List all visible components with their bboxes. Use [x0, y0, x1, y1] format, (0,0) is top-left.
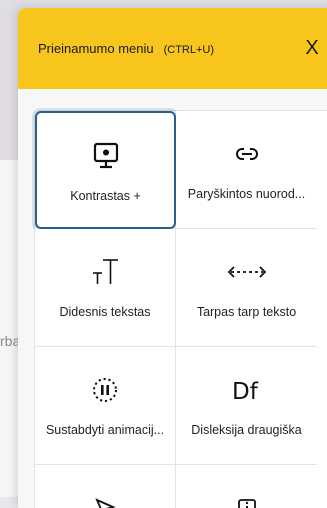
tile-highlight-links[interactable]: Paryškintos nuorod... — [176, 111, 317, 229]
tile-label: Kontrastas + — [70, 189, 141, 203]
tile-label: Sustabdyti animacij... — [46, 423, 164, 437]
close-icon: X — [305, 37, 318, 60]
text-size-icon — [90, 255, 120, 289]
tile-bigger-text[interactable]: Didesnis tekstas — [35, 229, 176, 347]
accessibility-menu-panel: Prieinamumo meniu (CTRL+U) X Kontrastas … — [18, 8, 327, 508]
tile-cursor[interactable] — [35, 465, 176, 508]
tile-pause-animations[interactable]: Sustabdyti animacij... — [35, 347, 176, 465]
tile-label: Didesnis tekstas — [59, 305, 150, 319]
tile-label: Tarpas tarp teksto — [197, 305, 296, 319]
svg-text:Df: Df — [232, 379, 259, 403]
tile-text-spacing[interactable]: Tarpas tarp teksto — [176, 229, 317, 347]
close-button[interactable]: X — [300, 37, 324, 61]
tile-label: Disleksija draugiška — [191, 423, 301, 437]
tile-contrast[interactable]: Kontrastas + — [35, 111, 176, 229]
text-spacing-icon — [227, 255, 267, 289]
info-icon — [236, 491, 258, 508]
monitor-icon — [93, 139, 119, 173]
cursor-icon — [94, 491, 116, 508]
pause-animation-icon — [91, 373, 119, 407]
tile-label: Paryškintos nuorod... — [188, 187, 305, 201]
dyslexia-font-icon: Df — [230, 373, 264, 407]
link-icon — [235, 137, 259, 171]
tile-dyslexia-friendly[interactable]: Df Disleksija draugiška — [176, 347, 317, 465]
accessibility-options-grid: Kontrastas + Paryškintos nuorod... — [34, 110, 327, 508]
tile-info[interactable] — [176, 465, 317, 508]
menu-title: Prieinamumo meniu — [38, 41, 154, 56]
menu-header: Prieinamumo meniu (CTRL+U) X — [18, 8, 327, 89]
menu-shortcut: (CTRL+U) — [164, 44, 214, 56]
menu-title-group: Prieinamumo meniu (CTRL+U) — [38, 41, 214, 56]
